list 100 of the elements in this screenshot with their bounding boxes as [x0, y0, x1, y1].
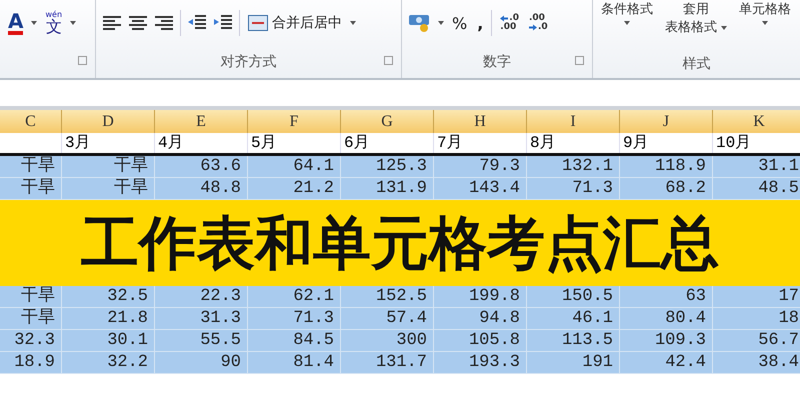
- dialog-launcher-icon[interactable]: [78, 56, 87, 65]
- table-cell: 57.4: [341, 308, 434, 330]
- currency-icon[interactable]: [408, 13, 432, 33]
- column-header[interactable]: G: [341, 110, 434, 133]
- table-cell: 干旱: [62, 178, 155, 200]
- table-cell: 9月: [623, 134, 649, 152]
- table-cell: 干旱: [62, 156, 155, 178]
- table-cell: 63: [620, 286, 713, 308]
- percent-button[interactable]: %: [450, 14, 470, 32]
- table-cell: 31.1: [713, 156, 800, 178]
- table-cell: 32.3: [0, 330, 62, 352]
- caret-icon: [624, 21, 630, 26]
- table-cell: 46.1: [527, 308, 620, 330]
- style-button[interactable]: 单元格格: [737, 3, 793, 26]
- table-cell: 152.5: [341, 286, 434, 308]
- column-header[interactable]: E: [155, 110, 248, 133]
- table-cell: 80.4: [620, 308, 713, 330]
- table-cell: 193.3: [434, 352, 527, 374]
- caret-icon: [762, 21, 768, 26]
- title-banner: 工作表和单元格考点汇总: [0, 200, 800, 286]
- merge-center-button[interactable]: 合并后居中: [246, 14, 344, 32]
- align-center-icon[interactable]: [128, 15, 148, 31]
- table-cell: 143.4: [434, 178, 527, 200]
- table-cell: 105.8: [434, 330, 527, 352]
- table-cell: 62.1: [248, 286, 341, 308]
- table-cell: 125.3: [341, 156, 434, 178]
- table-cell: 132.1: [527, 156, 620, 178]
- column-header[interactable]: J: [620, 110, 713, 133]
- dialog-launcher-icon[interactable]: [384, 56, 393, 65]
- table-cell: 32.5: [62, 286, 155, 308]
- phonetic-guide-button[interactable]: wén 文: [43, 11, 64, 35]
- table-cell: 150.5: [527, 286, 620, 308]
- table-cell: 199.8: [434, 286, 527, 308]
- table-cell: 17: [713, 286, 800, 308]
- comma-button[interactable]: ,: [475, 14, 486, 32]
- table-cell: 18.9: [0, 352, 62, 374]
- table-cell: 94.8: [434, 308, 527, 330]
- table-cell: 109.3: [620, 330, 713, 352]
- table-cell: 30.1: [62, 330, 155, 352]
- increase-decimal-button[interactable]: .0 .00: [498, 14, 521, 32]
- table-cell: 干旱: [0, 308, 62, 330]
- align-right-icon[interactable]: [154, 15, 174, 31]
- table-cell: 31.3: [155, 308, 248, 330]
- table-cell: 113.5: [527, 330, 620, 352]
- decrease-decimal-button[interactable]: .00 .0: [526, 14, 550, 32]
- caret-icon: [31, 21, 38, 25]
- table-cell: 64.1: [248, 156, 341, 178]
- table-cell: 3月: [65, 134, 91, 152]
- caret-icon: [438, 21, 444, 25]
- table-cell: 90: [155, 352, 248, 374]
- column-header[interactable]: H: [434, 110, 527, 133]
- merge-cells-icon: [248, 15, 268, 31]
- table-cell: 42.4: [620, 352, 713, 374]
- table-cell: 71.3: [527, 178, 620, 200]
- dialog-launcher-icon[interactable]: [575, 56, 584, 65]
- table-cell: 4月: [158, 134, 184, 152]
- style-button[interactable]: 条件格式: [599, 3, 655, 26]
- caret-icon: [70, 21, 76, 25]
- table-cell: 48.8: [155, 178, 248, 200]
- table-cell: 38.4: [713, 352, 800, 374]
- increase-indent-icon[interactable]: [213, 15, 233, 31]
- column-header[interactable]: D: [62, 110, 155, 133]
- table-cell: 32.2: [62, 352, 155, 374]
- table-cell: 6月: [344, 134, 370, 152]
- table-cell: 55.5: [155, 330, 248, 352]
- table-cell: 68.2: [620, 178, 713, 200]
- table-cell: 10月: [716, 134, 752, 152]
- caret-icon: [721, 26, 727, 30]
- table-cell: 8月: [530, 134, 556, 152]
- table-cell: 131.7: [341, 352, 434, 374]
- group-label: 样式: [682, 54, 710, 72]
- table-cell: 5月: [251, 134, 277, 152]
- table-cell: 118.9: [620, 156, 713, 178]
- style-button[interactable]: 套用 表格格式: [663, 3, 729, 36]
- column-header[interactable]: K: [713, 110, 800, 133]
- table-cell: 7月: [437, 134, 463, 152]
- caret-icon: [350, 21, 356, 25]
- table-cell: 79.3: [434, 156, 527, 178]
- table-cell: 84.5: [248, 330, 341, 352]
- column-header[interactable]: F: [248, 110, 341, 133]
- font-color-button[interactable]: A: [6, 9, 26, 37]
- table-cell: 干旱: [0, 178, 62, 200]
- table-cell: 191: [527, 352, 620, 374]
- table-cell: 131.9: [341, 178, 434, 200]
- table-cell: 21.2: [248, 178, 341, 200]
- table-cell: 干旱: [0, 286, 62, 308]
- arrow-left-icon: [500, 15, 508, 22]
- group-label: 对齐方式: [220, 53, 276, 71]
- table-cell: 干旱: [0, 156, 62, 178]
- table-cell: 63.6: [155, 156, 248, 178]
- column-header[interactable]: I: [527, 110, 620, 133]
- decrease-indent-icon[interactable]: [187, 15, 207, 31]
- table-cell: 81.4: [248, 352, 341, 374]
- table-cell: 18: [713, 308, 800, 330]
- group-label: 数字: [483, 53, 511, 71]
- table-cell: 56.7: [713, 330, 800, 352]
- column-header[interactable]: C: [0, 110, 62, 133]
- table-cell: 71.3: [248, 308, 341, 330]
- align-left-icon[interactable]: [102, 15, 122, 31]
- table-cell: 21.8: [62, 308, 155, 330]
